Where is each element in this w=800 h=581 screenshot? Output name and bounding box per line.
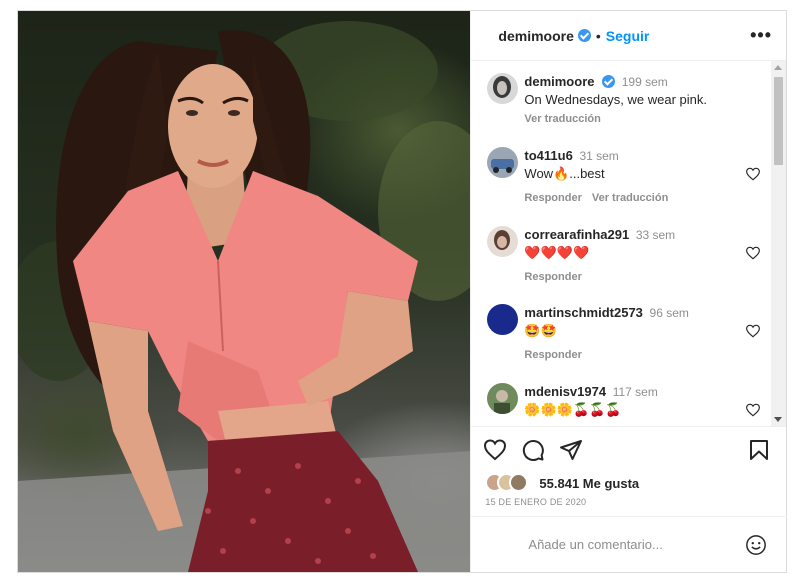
post-photo[interactable]	[18, 11, 471, 572]
comment-body: Wow🔥...best	[524, 166, 605, 181]
likes-row: 55.841 Me gusta	[471, 472, 786, 494]
header-username[interactable]: demimoore	[498, 28, 573, 44]
reply-link[interactable]: Responder	[524, 271, 581, 283]
post-sidebar: demimoore • Seguir ••• demimoore 199 sem…	[470, 11, 788, 572]
avatar-image	[487, 147, 519, 178]
comment-username[interactable]: correarafinha291	[524, 227, 629, 242]
avatar[interactable]	[487, 383, 519, 414]
likes-count[interactable]: 55.841 Me gusta	[539, 476, 639, 491]
verified-badge-icon	[577, 29, 591, 42]
like-comment-heart-icon[interactable]	[745, 246, 761, 260]
comment-text: correarafinha291 33 sem ❤️❤️❤️❤️	[524, 226, 757, 262]
follow-button[interactable]: Seguir	[606, 28, 650, 44]
caption-body: On Wednesdays, we wear pink.	[524, 92, 707, 107]
comment-time: 117 sem	[612, 385, 658, 399]
avatar-image	[487, 383, 519, 414]
reply-link[interactable]: Responder	[524, 192, 581, 204]
bookmark-icon[interactable]	[747, 438, 771, 462]
verified-badge-icon	[602, 75, 616, 88]
comment-text: mdenisv1974 117 sem 🌼🌼🌼🍒🍒🍒	[524, 383, 757, 419]
post-date: 15 DE ENERO DE 2020	[485, 497, 587, 507]
avatar[interactable]	[487, 226, 519, 257]
avatar-image	[487, 304, 519, 335]
like-comment-heart-icon[interactable]	[745, 324, 761, 338]
avatar[interactable]	[487, 147, 519, 178]
caption-time: 199 sem	[621, 75, 668, 89]
comment-item: mdenisv1974 117 sem 🌼🌼🌼🍒🍒🍒	[487, 383, 761, 419]
comment-time: 33 sem	[635, 228, 676, 242]
comment-username[interactable]: mdenisv1974	[524, 384, 606, 399]
comment-meta: Responder	[524, 349, 757, 361]
comment-item: martinschmidt2573 96 sem 🤩🤩 Responder	[487, 304, 761, 361]
comments-scrollbar[interactable]	[771, 61, 786, 426]
caption-username[interactable]: demimoore	[524, 74, 594, 89]
post-header: demimoore • Seguir •••	[471, 11, 786, 61]
emoji-icon[interactable]	[745, 534, 767, 556]
like-comment-heart-icon[interactable]	[745, 167, 761, 181]
comment-meta: Responder Ver traducción	[524, 192, 757, 204]
avatar[interactable]	[487, 73, 519, 104]
scroll-down-icon[interactable]	[774, 417, 782, 422]
avatar[interactable]	[487, 304, 519, 335]
comment-meta: Responder	[524, 271, 757, 283]
translate-link[interactable]: Ver traducción	[592, 192, 668, 204]
comment-text: martinschmidt2573 96 sem 🤩🤩	[524, 304, 757, 340]
more-options-icon[interactable]: •••	[750, 25, 772, 46]
comment-time: 96 sem	[649, 306, 689, 320]
liker-avatar	[509, 473, 529, 492]
comment-item: correarafinha291 33 sem ❤️❤️❤️❤️ Respond…	[487, 226, 761, 283]
share-icon[interactable]	[559, 438, 583, 462]
post-photo-illustration	[18, 21, 471, 572]
comment-input[interactable]: Añade un comentario...	[528, 537, 662, 552]
comment-item: to411u6 31 sem Wow🔥...best Responder Ver …	[487, 147, 761, 204]
comment-time: 31 sem	[579, 149, 619, 163]
action-bar	[471, 426, 786, 472]
avatar-image	[487, 226, 519, 257]
like-comment-heart-icon[interactable]	[745, 403, 761, 417]
caption-text: demimoore 199 sem On Wednesdays, we wear…	[524, 73, 757, 109]
comment-text: to411u6 31 sem Wow🔥...best	[524, 147, 757, 183]
translate-link[interactable]: Ver traducción	[524, 113, 600, 125]
liker-avatars[interactable]	[485, 473, 537, 493]
comment-icon[interactable]	[521, 438, 545, 462]
heart-icon[interactable]	[483, 438, 507, 462]
comment-body: 🤩🤩	[524, 323, 557, 338]
caption-meta: Ver traducción	[524, 113, 757, 125]
avatar-image	[487, 73, 519, 104]
caption: demimoore 199 sem On Wednesdays, we wear…	[487, 73, 757, 125]
comment-username[interactable]: to411u6	[524, 148, 572, 163]
comments-list[interactable]: demimoore 199 sem On Wednesdays, we wear…	[471, 61, 786, 426]
scroll-up-icon[interactable]	[774, 65, 782, 70]
add-comment-bar: Añade un comentario...	[471, 516, 788, 572]
post-modal: demimoore • Seguir ••• demimoore 199 sem…	[17, 10, 788, 573]
comment-username[interactable]: martinschmidt2573	[524, 305, 643, 320]
reply-link[interactable]: Responder	[524, 349, 581, 361]
scrollbar-thumb[interactable]	[774, 77, 783, 165]
comment-body: 🌼🌼🌼🍒🍒🍒	[524, 402, 622, 417]
separator-dot: •	[595, 27, 601, 44]
comment-body: ❤️❤️❤️❤️	[524, 245, 590, 260]
